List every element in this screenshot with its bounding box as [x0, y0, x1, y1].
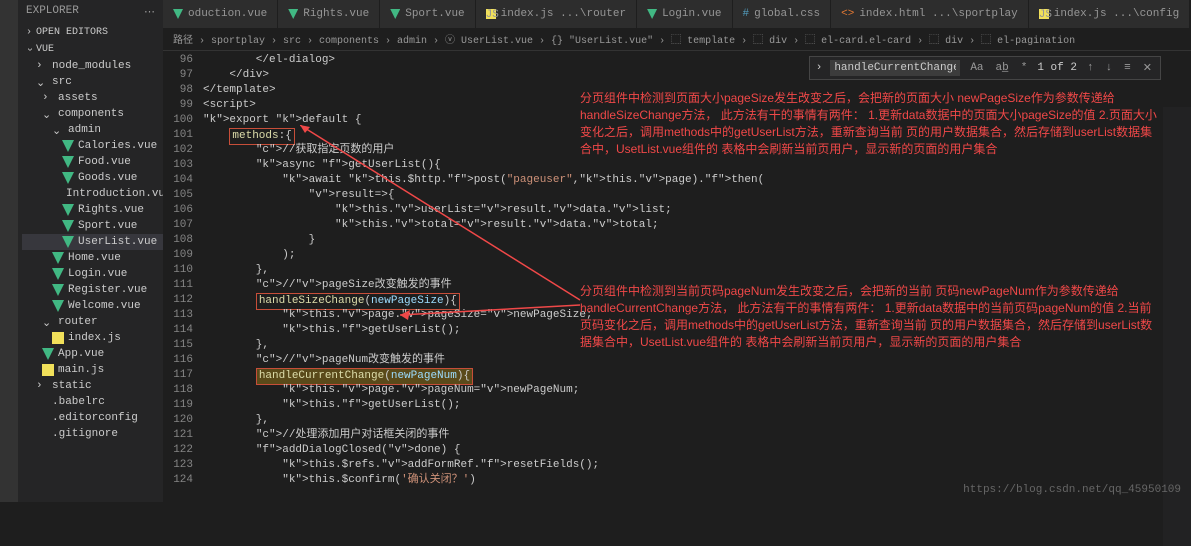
find-expand-icon[interactable]: › — [816, 62, 823, 74]
tab[interactable]: <>index.html ...\sportplay — [831, 0, 1029, 28]
watermark: https://blog.csdn.net/qq_45950109 — [963, 484, 1181, 496]
tab[interactable]: JSindex.js ...\config — [1029, 0, 1190, 28]
file-tree: node_modulessrcassetscomponentsadminCalo… — [18, 58, 163, 442]
find-select-icon[interactable]: ≡ — [1122, 62, 1133, 74]
tab[interactable]: oduction.vue — [163, 0, 278, 28]
activity-bar[interactable] — [0, 0, 18, 502]
find-widget: › Aa ab̲ * 1 of 2 ↑ ↓ ≡ ✕ — [809, 56, 1161, 80]
tree-item[interactable]: .babelrc — [22, 394, 163, 410]
tab[interactable]: Login.vue — [637, 0, 732, 28]
tree-item[interactable]: Login.vue — [22, 266, 163, 282]
tree-item[interactable]: .editorconfig — [22, 410, 163, 426]
tree-item[interactable]: Food.vue — [22, 154, 163, 170]
find-prev-icon[interactable]: ↑ — [1085, 62, 1096, 74]
sidebar-header: EXPLORER ⋯ — [18, 0, 163, 24]
sidebar: EXPLORER ⋯ OPEN EDITORS VUE node_modules… — [18, 0, 163, 502]
tab[interactable]: Sport.vue — [380, 0, 475, 28]
explorer-title: EXPLORER — [26, 5, 79, 19]
tree-item[interactable]: index.js — [22, 330, 163, 346]
tree-item[interactable]: Register.vue — [22, 282, 163, 298]
open-editors-section[interactable]: OPEN EDITORS — [18, 24, 163, 41]
tree-item[interactable]: .gitignore — [22, 426, 163, 442]
tree-item[interactable]: static — [22, 378, 163, 394]
tree-item[interactable]: main.js — [22, 362, 163, 378]
tree-item[interactable]: Home.vue — [22, 250, 163, 266]
tab[interactable]: Rights.vue — [278, 0, 380, 28]
find-close-icon[interactable]: ✕ — [1141, 61, 1154, 75]
tree-item[interactable]: UserList.vue — [22, 234, 163, 250]
find-next-icon[interactable]: ↓ — [1104, 62, 1115, 74]
minimap[interactable] — [1163, 107, 1191, 546]
tree-item[interactable]: node_modules — [22, 58, 163, 74]
tree-item[interactable]: src — [22, 74, 163, 90]
tree-item[interactable]: Welcome.vue — [22, 298, 163, 314]
tree-item[interactable]: assets — [22, 90, 163, 106]
tree-item[interactable]: Rights.vue — [22, 202, 163, 218]
vue-section[interactable]: VUE — [18, 41, 163, 58]
find-word-icon[interactable]: ab̲ — [994, 62, 1011, 74]
tree-item[interactable]: components — [22, 106, 163, 122]
tree-item[interactable]: admin — [22, 122, 163, 138]
more-icon[interactable]: ⋯ — [144, 5, 155, 19]
tree-item[interactable]: Introduction.vue — [22, 186, 163, 202]
main-area: oduction.vueRights.vueSport.vueJSindex.j… — [163, 0, 1191, 502]
find-count: 1 of 2 — [1037, 62, 1077, 74]
editor[interactable]: 9697989910010110210310410510610710810911… — [163, 51, 1191, 502]
find-regex-icon[interactable]: * — [1019, 62, 1030, 74]
breadcrumb[interactable]: 路径 › sportplay › src › components › admi… — [163, 28, 1191, 51]
tab[interactable]: JSindex.js ...\router — [476, 0, 637, 28]
tree-item[interactable]: router — [22, 314, 163, 330]
line-gutter: 9697989910010110210310410510610710810911… — [163, 51, 203, 502]
tree-item[interactable]: App.vue — [22, 346, 163, 362]
tab[interactable]: #global.css — [733, 0, 832, 28]
tab-bar: oduction.vueRights.vueSport.vueJSindex.j… — [163, 0, 1191, 28]
find-case-icon[interactable]: Aa — [968, 62, 985, 74]
tree-item[interactable]: Sport.vue — [22, 218, 163, 234]
find-input[interactable] — [830, 60, 960, 76]
tree-item[interactable]: Calories.vue — [22, 138, 163, 154]
code-area[interactable]: </el-dialog> </div></template><script>"k… — [203, 51, 1191, 502]
tree-item[interactable]: Goods.vue — [22, 170, 163, 186]
